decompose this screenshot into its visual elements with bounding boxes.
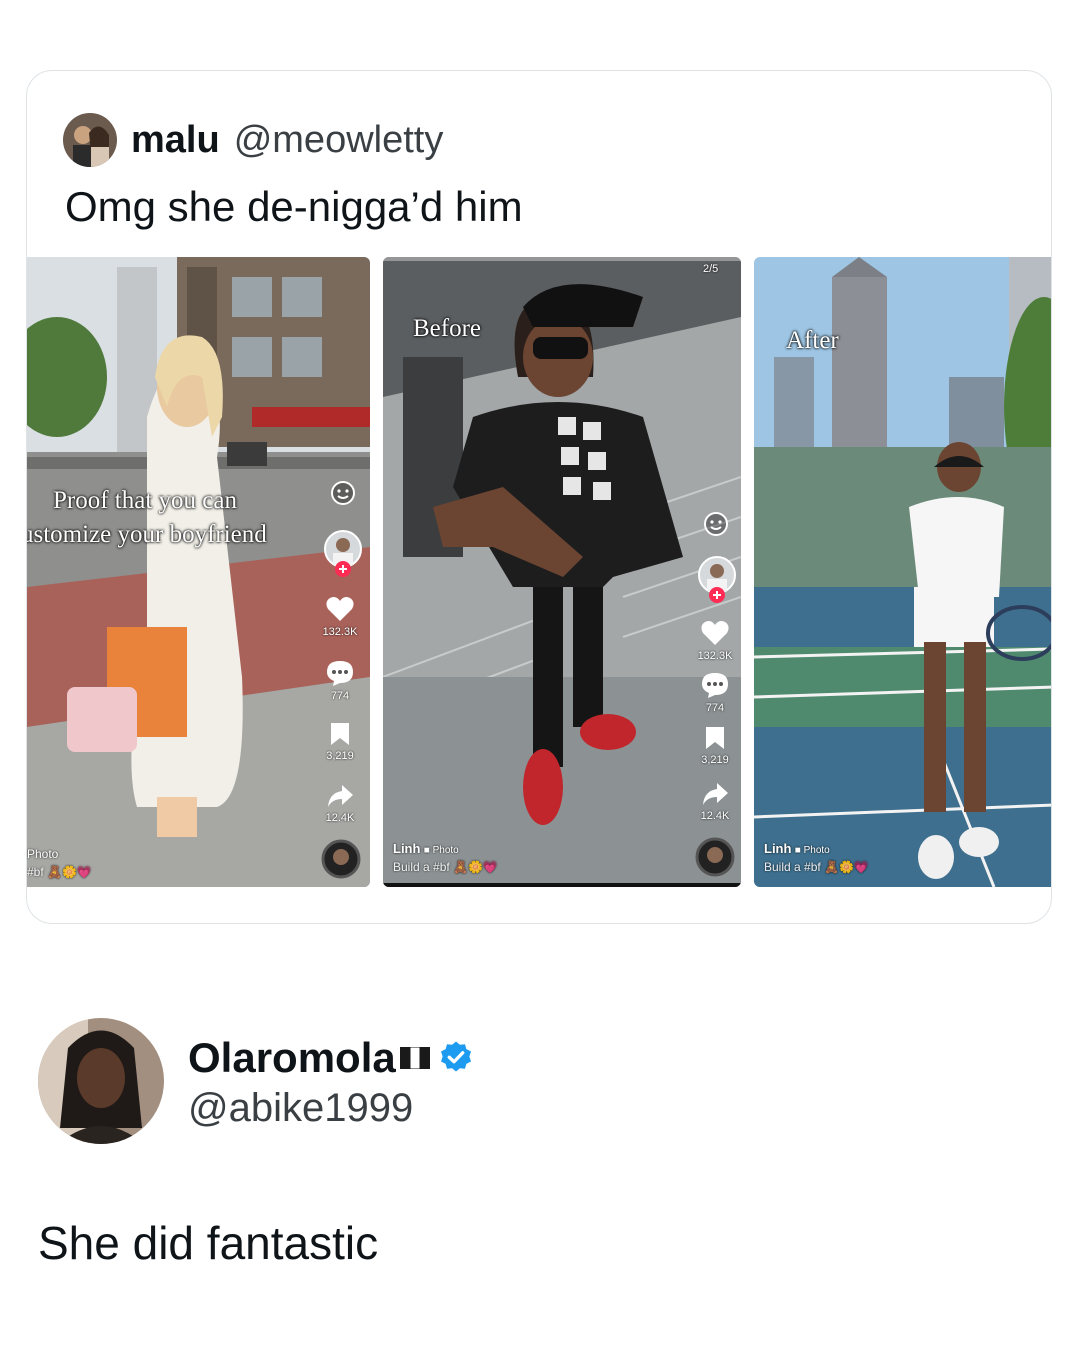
heart-icon	[701, 621, 729, 645]
share-arrow-icon	[328, 785, 353, 807]
reply-author-handle[interactable]: @abike1999	[188, 1086, 413, 1131]
quoted-author-handle[interactable]: @meowletty	[234, 119, 444, 162]
music-disc-icon[interactable]	[321, 839, 361, 879]
panel-3-photo-label: Photo	[803, 845, 830, 856]
creator-avatar-follow-icon[interactable]	[323, 529, 363, 581]
media-panel-3[interactable]: After Linh ■ Photo Build a #bf 🧸🌼💗	[754, 257, 1051, 887]
share-action[interactable]: 12.4K	[310, 783, 370, 824]
save-count: 3,219	[326, 750, 354, 762]
quoted-author-name[interactable]: malu	[131, 119, 220, 162]
panel-1-photo-label: Photo	[27, 847, 59, 861]
page-indicator: 2/5	[703, 263, 719, 275]
share-arrow-icon	[703, 783, 728, 805]
reply-author-avatar[interactable]	[38, 1018, 164, 1144]
comment-action[interactable]: 774	[685, 671, 741, 714]
like-action[interactable]: 132.3K	[310, 595, 370, 638]
panel-1-caption-line-1: Proof that you can	[53, 487, 237, 514]
comment-count: 774	[330, 690, 350, 702]
panel-3-author[interactable]: Linh	[764, 841, 791, 856]
like-action[interactable]: 132.3K	[685, 619, 741, 662]
like-count: 132.3K	[697, 650, 733, 662]
panel-2-scrubber[interactable]	[383, 883, 741, 887]
bookmark-icon	[331, 723, 349, 745]
comment-count: 774	[705, 702, 725, 714]
quoted-author-avatar[interactable]	[63, 113, 117, 167]
share-action[interactable]: 12.4K	[685, 781, 741, 822]
save-count: 3,219	[701, 754, 729, 766]
comment-icon	[702, 673, 728, 698]
share-count: 12.4K	[700, 810, 730, 822]
bookmark-icon	[706, 727, 724, 749]
emoji-reaction-icon[interactable]	[330, 480, 356, 506]
panel-1-tag: #bf	[27, 865, 44, 879]
panel-1-caption-line-2: ustomize your boyfriend	[27, 521, 267, 548]
panel-2-author[interactable]: Linh	[393, 841, 420, 856]
music-disc-icon[interactable]	[695, 837, 735, 877]
panel-3-description: Build a #bf	[764, 860, 821, 874]
story-progress-bar	[383, 257, 741, 261]
like-count: 132.3K	[322, 626, 358, 638]
reply-tweet-text: She did fantastic	[38, 1217, 379, 1269]
emoji-reaction-icon[interactable]	[703, 511, 729, 537]
nigeria-flag-icon	[399, 1047, 430, 1069]
comment-action[interactable]: 774	[310, 659, 370, 702]
share-count: 12.4K	[325, 812, 355, 824]
save-action[interactable]: 3,219	[310, 721, 370, 762]
quoted-tweet-header: malu @meowletty	[63, 113, 443, 167]
verified-badge-icon	[440, 1041, 471, 1072]
creator-avatar-follow-icon[interactable]	[697, 555, 737, 607]
reply-author-name[interactable]: Olaromola	[188, 1034, 396, 1082]
panel-1-meta: Photo #bf 🧸🌼💗	[27, 847, 92, 879]
media-panel-2[interactable]: 2/5 Before 132.3K 774 3,219 12.4K Linh ■…	[383, 257, 741, 887]
panel-2-description: Build a #bf	[393, 860, 450, 874]
quoted-tweet-text: Omg she de-nigga’d him	[65, 183, 523, 230]
panel-3-meta: Linh ■ Photo Build a #bf 🧸🌼💗	[764, 841, 869, 874]
heart-icon	[326, 597, 354, 621]
before-caption: Before	[413, 315, 482, 342]
panel-2-photo-label: Photo	[432, 845, 459, 856]
comment-icon	[327, 661, 353, 686]
media-panel-1[interactable]: Proof that you can ustomize your boyfrie…	[27, 257, 370, 887]
after-caption: After	[786, 327, 839, 354]
quoted-tweet-card[interactable]: malu @meowletty Omg she de-nigga’d him P…	[26, 70, 1052, 924]
reply-author-name-row: Olaromola	[188, 1034, 474, 1082]
save-action[interactable]: 3,219	[685, 725, 741, 766]
panel-2-meta: Linh ■ Photo Build a #bf 🧸🌼💗	[393, 841, 498, 874]
